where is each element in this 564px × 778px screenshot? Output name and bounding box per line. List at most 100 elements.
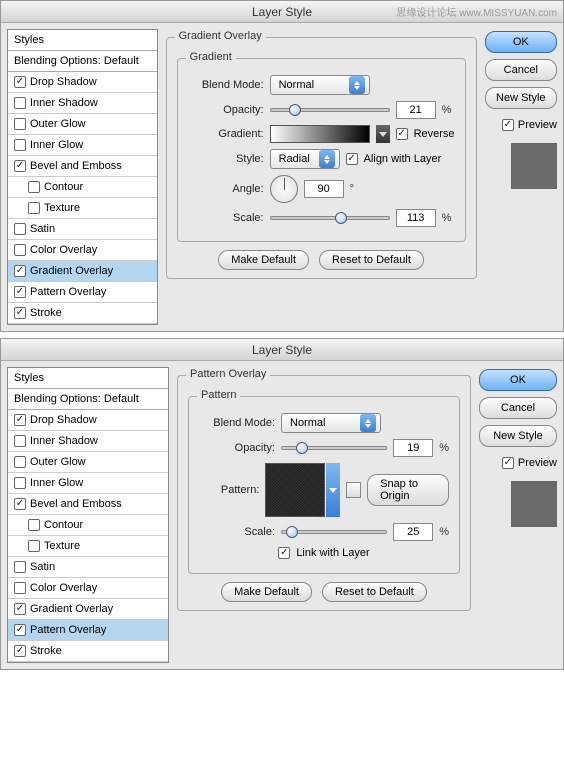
gradient-swatch[interactable]: [270, 125, 370, 143]
blend-mode-dropdown[interactable]: Normal: [270, 75, 370, 95]
style-checkbox[interactable]: [14, 603, 26, 615]
style-item-color-overlay[interactable]: Color Overlay: [8, 578, 168, 599]
style-item-outer-glow[interactable]: Outer Glow: [8, 114, 157, 135]
scale-value[interactable]: 25: [393, 523, 433, 541]
style-item-satin[interactable]: Satin: [8, 219, 157, 240]
style-checkbox[interactable]: [14, 561, 26, 573]
style-checkbox[interactable]: [14, 160, 26, 172]
style-checkbox[interactable]: [14, 414, 26, 426]
snap-origin-button[interactable]: Snap to Origin: [367, 474, 449, 506]
style-label: Texture: [44, 540, 80, 552]
style-item-gradient-overlay[interactable]: Gradient Overlay: [8, 599, 168, 620]
reset-default-button[interactable]: Reset to Default: [319, 250, 424, 270]
style-item-drop-shadow[interactable]: Drop Shadow: [8, 410, 168, 431]
new-style-button[interactable]: New Style: [479, 425, 557, 447]
angle-dial[interactable]: [270, 175, 298, 203]
pattern-swatch[interactable]: [265, 463, 325, 517]
cancel-button[interactable]: Cancel: [479, 397, 557, 419]
style-checkbox[interactable]: [28, 202, 40, 214]
style-checkbox[interactable]: [14, 223, 26, 235]
scale-value[interactable]: 113: [396, 209, 436, 227]
opacity-value[interactable]: 19: [393, 439, 433, 457]
gradient-picker-arrow[interactable]: [376, 125, 390, 143]
dialog-title: Layer Style: [1, 339, 563, 361]
style-checkbox[interactable]: [28, 181, 40, 193]
style-checkbox[interactable]: [14, 244, 26, 256]
style-checkbox[interactable]: [14, 477, 26, 489]
style-item-contour[interactable]: Contour: [8, 177, 157, 198]
style-item-stroke[interactable]: Stroke: [8, 641, 168, 662]
style-item-color-overlay[interactable]: Color Overlay: [8, 240, 157, 261]
style-checkbox[interactable]: [14, 645, 26, 657]
style-item-stroke[interactable]: Stroke: [8, 303, 157, 324]
angle-value[interactable]: 90: [304, 180, 344, 198]
ok-button[interactable]: OK: [485, 31, 557, 53]
opacity-slider[interactable]: [270, 108, 390, 112]
style-item-outer-glow[interactable]: Outer Glow: [8, 452, 168, 473]
align-checkbox[interactable]: [346, 153, 358, 165]
style-dropdown[interactable]: Radial: [270, 149, 340, 169]
gradient-overlay-group: Gradient Overlay Gradient Blend Mode: No…: [166, 37, 477, 279]
styles-header[interactable]: Styles: [8, 30, 157, 51]
style-item-pattern-overlay[interactable]: Pattern Overlay: [8, 282, 157, 303]
preview-checkbox[interactable]: [502, 119, 514, 131]
style-item-inner-glow[interactable]: Inner Glow: [8, 135, 157, 156]
styles-header[interactable]: Styles: [8, 368, 168, 389]
new-style-button[interactable]: New Style: [485, 87, 557, 109]
style-item-inner-shadow[interactable]: Inner Shadow: [8, 93, 157, 114]
link-checkbox[interactable]: [278, 547, 290, 559]
ok-button[interactable]: OK: [479, 369, 557, 391]
style-item-texture[interactable]: Texture: [8, 536, 168, 557]
style-item-drop-shadow[interactable]: Drop Shadow: [8, 72, 157, 93]
style-item-inner-shadow[interactable]: Inner Shadow: [8, 431, 168, 452]
new-preset-icon[interactable]: [346, 482, 361, 498]
style-item-bevel-and-emboss[interactable]: Bevel and Emboss: [8, 156, 157, 177]
style-item-pattern-overlay[interactable]: Pattern Overlay: [8, 620, 168, 641]
style-item-bevel-and-emboss[interactable]: Bevel and Emboss: [8, 494, 168, 515]
chevron-updown-icon: [349, 76, 365, 94]
style-checkbox[interactable]: [14, 97, 26, 109]
make-default-button[interactable]: Make Default: [221, 582, 312, 602]
style-checkbox[interactable]: [14, 139, 26, 151]
style-checkbox[interactable]: [28, 519, 40, 531]
style-label: Color Overlay: [30, 582, 97, 594]
preview-checkbox[interactable]: [502, 457, 514, 469]
style-label: Stroke: [30, 645, 62, 657]
style-checkbox[interactable]: [28, 540, 40, 552]
style-checkbox[interactable]: [14, 76, 26, 88]
style-label: Satin: [30, 561, 55, 573]
style-checkbox[interactable]: [14, 624, 26, 636]
style-checkbox[interactable]: [14, 498, 26, 510]
opacity-label: Opacity:: [188, 104, 264, 116]
blending-options[interactable]: Blending Options: Default: [8, 389, 168, 410]
reset-default-button[interactable]: Reset to Default: [322, 582, 427, 602]
style-item-satin[interactable]: Satin: [8, 557, 168, 578]
blending-options[interactable]: Blending Options: Default: [8, 51, 157, 72]
style-checkbox[interactable]: [14, 456, 26, 468]
blend-mode-dropdown[interactable]: Normal: [281, 413, 381, 433]
style-label: Pattern Overlay: [30, 624, 106, 636]
pattern-label: Pattern:: [199, 484, 259, 496]
style-item-gradient-overlay[interactable]: Gradient Overlay: [8, 261, 157, 282]
style-checkbox[interactable]: [14, 307, 26, 319]
style-checkbox[interactable]: [14, 582, 26, 594]
reverse-checkbox[interactable]: [396, 128, 408, 140]
make-default-button[interactable]: Make Default: [218, 250, 309, 270]
style-label: Drop Shadow: [30, 76, 97, 88]
style-checkbox[interactable]: [14, 286, 26, 298]
preview-swatch: [511, 481, 557, 527]
style-checkbox[interactable]: [14, 118, 26, 130]
style-item-inner-glow[interactable]: Inner Glow: [8, 473, 168, 494]
opacity-slider[interactable]: [281, 446, 387, 450]
style-label: Contour: [44, 519, 83, 531]
opacity-value[interactable]: 21: [396, 101, 436, 119]
cancel-button[interactable]: Cancel: [485, 59, 557, 81]
style-item-texture[interactable]: Texture: [8, 198, 157, 219]
pattern-picker-arrow[interactable]: [326, 463, 340, 517]
scale-slider[interactable]: [281, 530, 387, 534]
style-item-contour[interactable]: Contour: [8, 515, 168, 536]
style-checkbox[interactable]: [14, 435, 26, 447]
scale-slider[interactable]: [270, 216, 390, 220]
watermark: 思缘设计论坛 www.MISSYUAN.com: [396, 4, 557, 19]
style-checkbox[interactable]: [14, 265, 26, 277]
